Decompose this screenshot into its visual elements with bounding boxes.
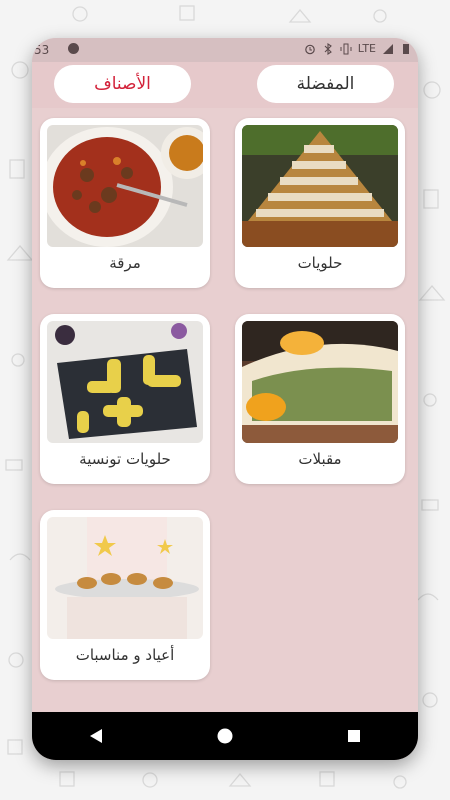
appetizers-image — [242, 321, 398, 443]
category-grid: حلويات مرقة مقبلات حلويات تونسية أعياد و… — [32, 108, 418, 712]
sweets-image — [242, 125, 398, 247]
category-label: حلويات تونسية — [79, 450, 171, 468]
alarm-icon — [304, 44, 315, 54]
app-notification-icon — [68, 43, 79, 54]
bluetooth-icon — [324, 42, 332, 55]
category-card-appetizers[interactable]: مقبلات — [235, 314, 405, 484]
tab-categories[interactable]: الأصناف — [54, 65, 191, 103]
category-label: حلويات — [297, 254, 343, 272]
top-tab-bar: المفضلة الأصناف — [32, 62, 418, 108]
category-card-holidays[interactable]: أعياد و مناسبات — [40, 510, 210, 680]
tunisian-sweets-image — [47, 321, 203, 443]
network-type: LTE — [357, 42, 376, 55]
phone-screen: 53 LTE المفضلة الأصناف حلويات مرقة مقبلا… — [32, 38, 418, 760]
status-bar: 53 LTE — [32, 38, 418, 62]
vibrate-icon — [340, 43, 352, 54]
category-card-sweets[interactable]: حلويات — [235, 118, 405, 288]
stew-image — [47, 125, 203, 247]
status-time: 53 — [34, 43, 50, 57]
recents-button[interactable] — [342, 724, 366, 748]
back-button[interactable] — [84, 724, 108, 748]
category-card-stew[interactable]: مرقة — [40, 118, 210, 288]
navigation-bar — [32, 712, 418, 760]
home-button[interactable] — [213, 724, 237, 748]
category-label: مقبلات — [298, 450, 342, 468]
signal-icon — [383, 43, 393, 54]
category-card-tunisian-sweets[interactable]: حلويات تونسية — [40, 314, 210, 484]
category-label: مرقة — [109, 254, 141, 272]
recents-square-icon — [347, 730, 360, 742]
back-triangle-icon — [90, 729, 103, 743]
category-label: أعياد و مناسبات — [75, 646, 175, 664]
home-circle-icon — [217, 728, 233, 744]
tab-favorites[interactable]: المفضلة — [257, 65, 394, 103]
battery-icon — [403, 43, 409, 54]
holidays-image — [47, 517, 203, 639]
